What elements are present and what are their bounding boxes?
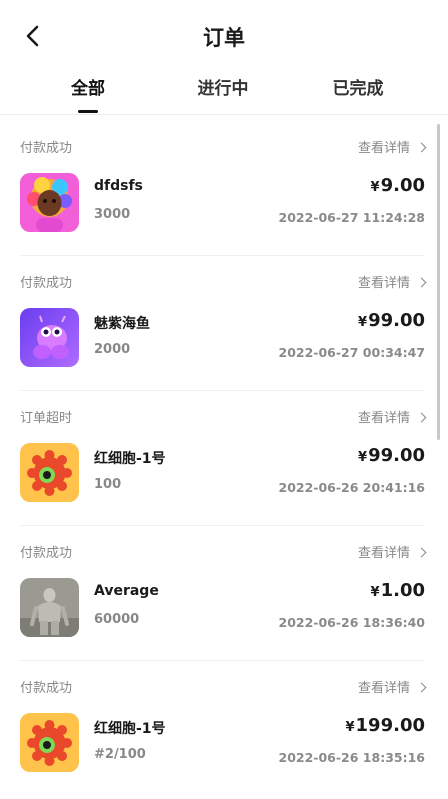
order-price: ¥199.00 bbox=[345, 715, 425, 736]
order-list[interactable]: 付款成功 查看详情 dfdsfs 3000 ¥9.00 2022-06-27 1… bbox=[0, 115, 448, 793]
view-details-label: 查看详情 bbox=[357, 276, 410, 291]
product-quantity: 2000 bbox=[94, 342, 131, 357]
order-price: ¥99.00 bbox=[358, 310, 425, 331]
chevron-right-icon bbox=[416, 142, 427, 153]
chevron-right-icon bbox=[416, 682, 427, 693]
view-details-label: 查看详情 bbox=[357, 546, 410, 561]
order-status: 订单超时 bbox=[20, 411, 73, 426]
header-bar: 订单 bbox=[0, 0, 448, 70]
page-title: 订单 bbox=[203, 26, 245, 50]
order-status: 付款成功 bbox=[20, 546, 73, 561]
order-status: 付款成功 bbox=[20, 141, 73, 156]
product-name: 红细胞-1号 bbox=[94, 451, 166, 467]
order-price: ¥1.00 bbox=[371, 580, 425, 601]
order-price: ¥99.00 bbox=[358, 445, 425, 466]
chevron-right-icon bbox=[416, 547, 427, 558]
tab-all[interactable]: 全部 bbox=[28, 74, 148, 99]
view-details-label: 查看详情 bbox=[357, 141, 410, 156]
currency-symbol: ¥ bbox=[370, 180, 380, 195]
view-details-label: 查看详情 bbox=[357, 411, 410, 426]
order-card[interactable]: 付款成功 查看详情 红细胞-1号 #2/100 ¥199.00 2022-06-… bbox=[20, 655, 427, 790]
view-details-link[interactable]: 查看详情 bbox=[357, 137, 427, 156]
tab-bar: 全部 进行中 已完成 bbox=[0, 70, 448, 114]
product-quantity: 3000 bbox=[94, 207, 131, 222]
order-time: 2022-06-26 18:35:16 bbox=[278, 750, 426, 765]
order-time: 2022-06-27 11:24:28 bbox=[278, 210, 426, 225]
price-value: 199.00 bbox=[355, 715, 425, 736]
order-card[interactable]: 付款成功 查看详情 魅紫海鱼 2000 ¥99.00 2022-06-27 00… bbox=[20, 250, 427, 385]
view-details-label: 查看详情 bbox=[357, 681, 410, 696]
price-value: 9.00 bbox=[380, 175, 425, 196]
price-value: 99.00 bbox=[368, 310, 425, 331]
product-thumbnail bbox=[20, 443, 79, 502]
product-name: 红细胞-1号 bbox=[94, 721, 166, 737]
view-details-link[interactable]: 查看详情 bbox=[357, 407, 427, 426]
product-name: Average bbox=[94, 583, 159, 599]
view-details-link[interactable]: 查看详情 bbox=[357, 272, 427, 291]
currency-symbol: ¥ bbox=[358, 450, 368, 465]
price-value: 1.00 bbox=[380, 580, 425, 601]
view-details-link[interactable]: 查看详情 bbox=[357, 677, 427, 696]
active-tab-indicator bbox=[78, 110, 98, 113]
product-name: 魅紫海鱼 bbox=[94, 316, 150, 332]
order-time: 2022-06-26 20:41:16 bbox=[278, 480, 426, 495]
order-card[interactable]: 订单超时 查看详情 红细胞-1号 100 ¥99.00 2022-06-26 2… bbox=[20, 385, 427, 520]
chevron-right-icon bbox=[416, 412, 427, 423]
product-quantity: 60000 bbox=[94, 612, 140, 627]
product-quantity: 100 bbox=[94, 477, 122, 492]
chevron-right-icon bbox=[416, 277, 427, 288]
product-thumbnail bbox=[20, 713, 79, 772]
order-status: 付款成功 bbox=[20, 276, 73, 291]
order-card[interactable]: 付款成功 查看详情 Average 60000 ¥1.00 2022-06-26… bbox=[20, 520, 427, 655]
tab-in-progress[interactable]: 进行中 bbox=[163, 74, 283, 99]
scrollbar-thumb[interactable] bbox=[437, 124, 440, 440]
price-value: 99.00 bbox=[368, 445, 425, 466]
product-thumbnail bbox=[20, 578, 79, 637]
order-time: 2022-06-26 18:36:40 bbox=[278, 615, 426, 630]
view-details-link[interactable]: 查看详情 bbox=[357, 542, 427, 561]
product-quantity: #2/100 bbox=[94, 747, 146, 762]
order-card[interactable]: 付款成功 查看详情 dfdsfs 3000 ¥9.00 2022-06-27 1… bbox=[20, 115, 427, 250]
currency-symbol: ¥ bbox=[370, 585, 380, 600]
product-thumbnail bbox=[20, 173, 79, 232]
product-name: dfdsfs bbox=[94, 178, 143, 194]
currency-symbol: ¥ bbox=[345, 720, 355, 735]
tab-completed[interactable]: 已完成 bbox=[298, 74, 418, 99]
order-time: 2022-06-27 00:34:47 bbox=[278, 345, 426, 360]
currency-symbol: ¥ bbox=[358, 315, 368, 330]
product-thumbnail bbox=[20, 308, 79, 367]
order-status: 付款成功 bbox=[20, 681, 73, 696]
order-price: ¥9.00 bbox=[371, 175, 425, 196]
